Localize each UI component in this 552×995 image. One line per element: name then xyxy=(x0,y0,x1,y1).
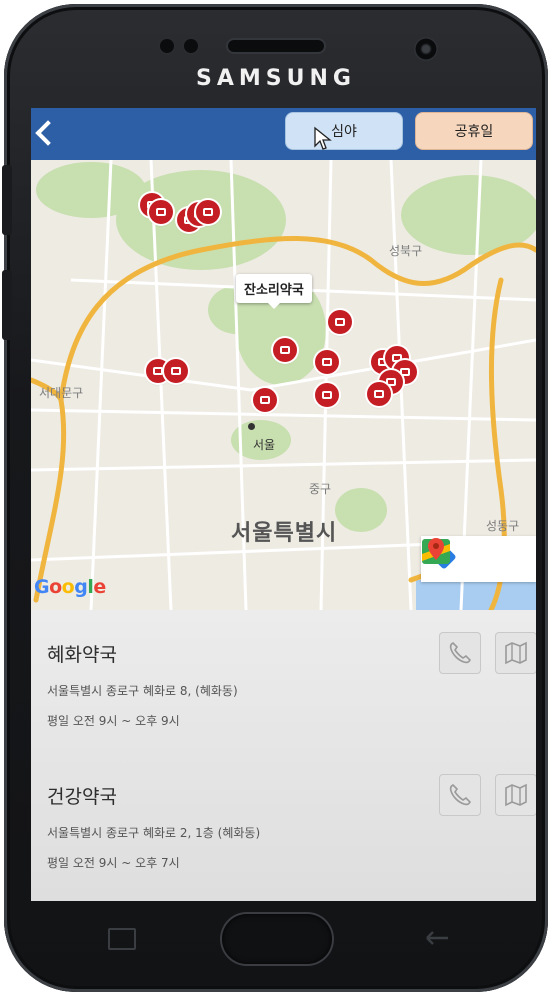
pharmacy-name: 건강약국 xyxy=(47,786,117,808)
river xyxy=(416,580,536,610)
app-header: 심야 공휴일 xyxy=(31,108,536,160)
pharmacy-callout[interactable]: 잔소리약국 xyxy=(236,274,312,309)
map-label-seoul-city: 서울특별시 xyxy=(231,521,338,546)
map-label-seongbuk: 성북구 xyxy=(389,244,423,258)
phone-icon xyxy=(449,784,471,806)
pharmacy-address: 서울특별시 종로구 혜화로 2, 1층 (혜화동) xyxy=(47,826,261,840)
pharmacy-address: 서울특별시 종로구 혜화로 8, (혜화동) xyxy=(47,684,238,698)
call-button[interactable] xyxy=(439,632,481,674)
call-button[interactable] xyxy=(439,774,481,816)
phone-icon xyxy=(449,642,471,664)
pharmacy-list: 혜화약국 서울특별시 종로구 혜화로 8, (혜화동) 평일 오전 9시 ~ 오… xyxy=(31,610,536,901)
pharmacy-marker-icon[interactable] xyxy=(315,383,339,407)
map-toolbar xyxy=(421,536,536,582)
earpiece-speaker xyxy=(228,40,324,52)
station-marker-icon xyxy=(248,423,255,430)
back-key-icon[interactable] xyxy=(424,929,450,947)
holiday-filter-button[interactable]: 공휴일 xyxy=(415,112,533,150)
front-camera xyxy=(414,37,438,61)
map-label-jung: 중구 xyxy=(309,482,332,496)
pharmacy-marker-icon[interactable] xyxy=(315,350,339,374)
google-maps-icon[interactable] xyxy=(421,536,451,566)
volume-down-button[interactable] xyxy=(2,270,12,340)
map-label-seongdong: 성동구 xyxy=(486,519,520,533)
home-button[interactable] xyxy=(222,914,332,964)
mouse-cursor-icon xyxy=(314,126,332,150)
app-screen: 심야 공휴일 성북구 서대문구 서울 중구 서울특별시 성동구 잔소리약국 Go… xyxy=(31,108,536,901)
pharmacy-name: 혜화약국 xyxy=(47,644,117,666)
recent-apps-icon[interactable] xyxy=(108,928,136,950)
back-arrow-icon xyxy=(35,120,61,146)
volume-up-button[interactable] xyxy=(2,165,12,235)
map-label-seoul-station: 서울 xyxy=(253,438,276,452)
list-item[interactable]: 혜화약국 서울특별시 종로구 혜화로 8, (혜화동) 평일 오전 9시 ~ 오… xyxy=(31,610,536,750)
map-view[interactable]: 성북구 서대문구 서울 중구 서울특별시 성동구 잔소리약국 Google xyxy=(31,160,536,610)
park-area xyxy=(335,488,387,532)
park-area xyxy=(36,162,146,218)
pharmacy-marker-icon[interactable] xyxy=(149,200,173,224)
night-filter-button[interactable]: 심야 xyxy=(285,112,403,150)
pharmacy-marker-icon[interactable] xyxy=(164,359,188,383)
pharmacy-hours: 평일 오전 9시 ~ 오후 7시 xyxy=(47,856,180,870)
google-logo: Google xyxy=(34,576,106,598)
front-sensor xyxy=(160,39,174,53)
pharmacy-marker-icon[interactable] xyxy=(253,388,277,412)
pharmacy-marker-icon[interactable] xyxy=(328,310,352,334)
front-sensor xyxy=(184,39,198,53)
pharmacy-marker-icon[interactable] xyxy=(367,382,391,406)
back-button[interactable] xyxy=(31,112,61,156)
map-icon xyxy=(505,783,527,807)
list-item[interactable]: 건강약국 서울특별시 종로구 혜화로 2, 1층 (혜화동) 평일 오전 9시 … xyxy=(31,752,536,892)
map-icon xyxy=(505,641,527,665)
map-label-seodaemun: 서대문구 xyxy=(39,386,84,400)
device-brand: SAMSUNG xyxy=(196,66,356,91)
pharmacy-hours: 평일 오전 9시 ~ 오후 9시 xyxy=(47,714,180,728)
pharmacy-marker-icon[interactable] xyxy=(196,200,220,224)
pharmacy-marker-icon[interactable] xyxy=(273,338,297,362)
map-button[interactable] xyxy=(495,774,536,816)
map-button[interactable] xyxy=(495,632,536,674)
